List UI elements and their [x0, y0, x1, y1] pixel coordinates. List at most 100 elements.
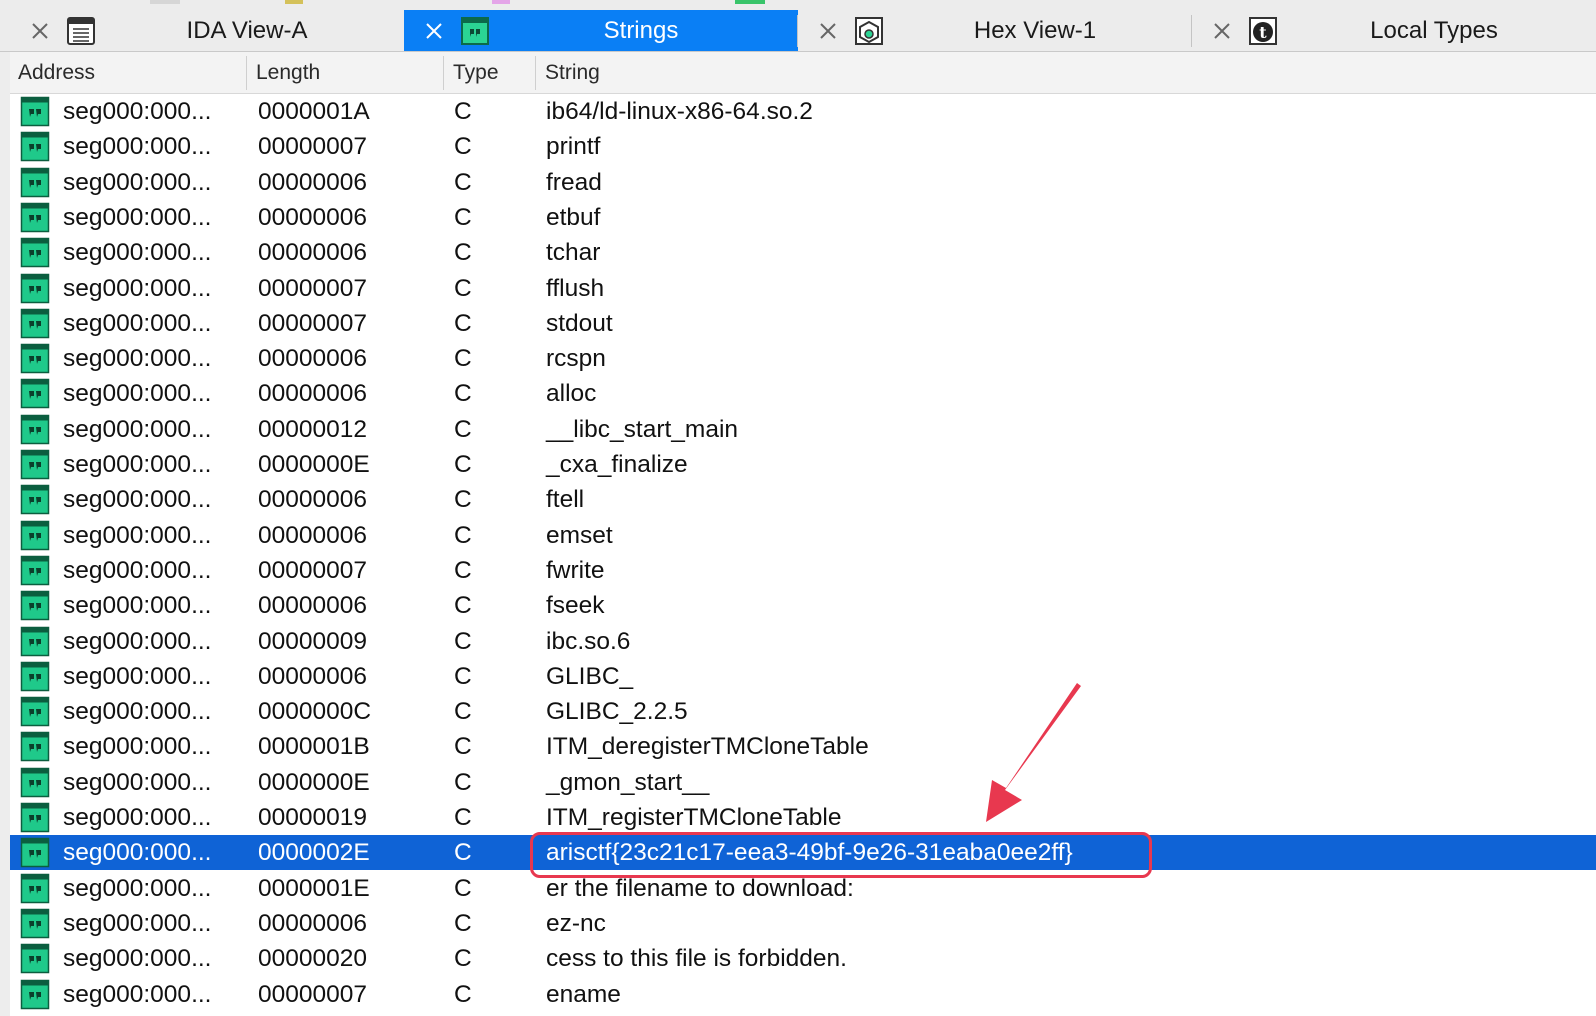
top-strip-swatch	[285, 0, 303, 4]
type-cell: C	[454, 980, 472, 1008]
table-row[interactable]: seg000:000... 00000006 Cfseek	[10, 588, 1596, 623]
tab-local-types[interactable]: t Local Types	[1192, 10, 1596, 51]
column-divider[interactable]	[443, 56, 444, 90]
type-cell: C	[454, 451, 472, 478]
table-row[interactable]: seg000:000... 00000006 Cemset	[10, 518, 1596, 553]
string-item-icon	[20, 379, 50, 409]
table-row[interactable]: seg000:000... 00000006 C GLIBC_	[10, 659, 1596, 694]
string-item-icon	[20, 273, 50, 303]
column-header-length[interactable]: Length	[256, 52, 320, 93]
address-cell: seg000:000...	[63, 592, 212, 620]
string-cell: er the filename to download:	[546, 874, 854, 902]
string-item-icon	[20, 96, 50, 127]
length-cell: 0000000C	[258, 698, 372, 726]
string-cell: GLIBC_	[546, 662, 634, 690]
string-item-icon	[20, 767, 50, 797]
type-cell: C	[454, 309, 472, 337]
table-row[interactable]: seg000:000... 00000006 Cez-nc	[10, 906, 1596, 941]
table-row[interactable]: seg000:000... 00000006 Crcspn	[10, 341, 1596, 376]
string-cell: _gmon_start__	[546, 768, 710, 796]
address-cell: seg000:000...	[63, 345, 212, 373]
table-row[interactable]: seg000:000... 00000007 Cename	[10, 977, 1596, 1012]
table-row[interactable]: seg000:000... 00000006 Cftell	[10, 482, 1596, 517]
string-cell: ITM_registerTMCloneTable	[546, 804, 842, 831]
string-cell: printf	[546, 133, 601, 161]
column-header-address[interactable]: Address	[18, 52, 95, 93]
table-row[interactable]: seg000:000... 00000006 Calloc	[10, 376, 1596, 411]
strings-icon	[461, 17, 489, 45]
table-row[interactable]: seg000:000... 00000019 C ITM_registerTMClon…	[10, 800, 1596, 835]
length-cell: 00000006	[258, 486, 368, 514]
type-cell: C	[454, 98, 472, 125]
address-cell: seg000:000...	[63, 909, 212, 937]
table-row[interactable]: seg000:000... 0000001E Cer the filename to…	[10, 871, 1596, 906]
string-item-icon	[20, 132, 50, 162]
address-cell: seg000:000...	[63, 380, 212, 408]
table-row[interactable]: seg000:000... 00000007 Cfwrite	[10, 553, 1596, 588]
column-header-string[interactable]: String	[545, 52, 600, 93]
address-cell: seg000:000...	[63, 415, 212, 443]
length-cell: 0000001B	[258, 733, 370, 761]
tab-ida-view-a[interactable]: IDA View-A	[10, 10, 404, 51]
length-cell: 00000007	[258, 556, 368, 584]
length-cell: 00000006	[258, 662, 368, 690]
table-row[interactable]: seg000:000... 00000007 Cstdout	[10, 306, 1596, 341]
length-cell: 00000007	[258, 980, 368, 1008]
table-header: Address Length Type String	[10, 52, 1596, 94]
type-cell: C	[454, 203, 472, 231]
string-cell: alloc	[546, 380, 597, 408]
column-divider[interactable]	[535, 56, 536, 90]
table-row[interactable]: seg000:000... 00000006 Ctchar	[10, 235, 1596, 270]
table-row[interactable]: seg000:000... 00000007 Cprintf	[10, 129, 1596, 164]
string-cell: stdout	[546, 309, 613, 337]
string-cell: GLIBC_2.2.5	[546, 698, 688, 726]
length-cell: 00000006	[258, 168, 368, 196]
close-icon[interactable]	[424, 21, 444, 41]
type-cell: C	[454, 733, 472, 761]
table-row[interactable]: seg000:000... 0000002E Carisctf{23c21c17-e…	[10, 835, 1596, 871]
string-item-icon	[20, 838, 50, 868]
table-row[interactable]: seg000:000... 00000012 C __libc_start_main	[10, 412, 1596, 447]
address-cell: seg000:000...	[63, 203, 212, 231]
length-cell: 00000007	[258, 133, 368, 161]
table-row[interactable]: seg000:000... 00000020 Ccess to this file …	[10, 941, 1596, 976]
length-cell: 00000006	[258, 592, 368, 620]
table-row[interactable]: seg000:000... 0000000E C _cxa_finalize	[10, 447, 1596, 482]
table-row[interactable]: seg000:000... 00000006 Cfread	[10, 165, 1596, 200]
string-item-icon	[20, 908, 50, 939]
length-cell: 0000000E	[258, 768, 370, 796]
tab-strings[interactable]: Strings	[404, 10, 798, 51]
tab-label: Hex View-1	[973, 17, 1097, 44]
table-row[interactable]: seg000:000... 0000000C C GLIBC_2.2.5	[10, 694, 1596, 729]
address-cell: seg000:000...	[63, 627, 212, 655]
table-row[interactable]: seg000:000... 00000006 Cetbuf	[10, 200, 1596, 235]
top-strip-swatch	[492, 0, 510, 4]
tab-bar: IDA View-A Strings Hex View-1 t Local Ty…	[0, 10, 1596, 52]
string-item-icon	[20, 308, 50, 339]
address-cell: seg000:000...	[63, 309, 212, 337]
address-cell: seg000:000...	[63, 768, 212, 796]
table-row[interactable]: seg000:000... 0000001B C ITM_deregisterTMCl…	[10, 729, 1596, 764]
table-row[interactable]: seg000:000... 0000000E C _gmon_start__	[10, 765, 1596, 800]
string-cell: tchar	[546, 239, 601, 267]
close-icon[interactable]	[818, 21, 838, 41]
column-divider[interactable]	[246, 56, 247, 90]
tab-separator	[1191, 15, 1192, 47]
type-cell: C	[454, 874, 472, 902]
address-cell: seg000:000...	[63, 168, 212, 196]
column-header-type[interactable]: Type	[453, 52, 499, 93]
string-item-icon	[20, 237, 50, 268]
table-row[interactable]: seg000:000... 0000001A Cib64/ld-linux-x86-…	[10, 94, 1596, 129]
length-cell: 00000007	[258, 309, 368, 337]
table-row[interactable]: seg000:000... 00000009 Cibc.so.6	[10, 624, 1596, 659]
close-icon[interactable]	[30, 21, 50, 41]
address-cell: seg000:000...	[63, 945, 212, 973]
tab-hex-view-1[interactable]: Hex View-1	[798, 10, 1192, 51]
type-cell: C	[454, 345, 472, 373]
length-cell: 0000002E	[258, 839, 370, 867]
table-row[interactable]: seg000:000... 00000007 Cfflush	[10, 271, 1596, 306]
tab-label: Strings	[603, 17, 679, 44]
close-icon[interactable]	[1212, 21, 1232, 41]
address-cell: seg000:000...	[63, 874, 212, 902]
length-cell: 00000006	[258, 380, 368, 408]
